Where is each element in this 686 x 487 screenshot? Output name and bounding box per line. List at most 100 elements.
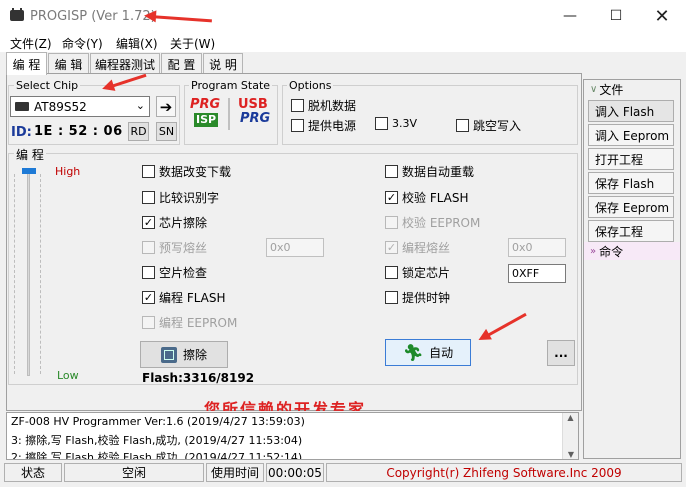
menu-file[interactable]: 文件(Z) <box>10 35 52 52</box>
left-option-label: 编程 EEPROM <box>159 316 238 330</box>
maximize-button[interactable]: ☐ <box>593 0 639 32</box>
running-man-icon: 🏃︎ <box>402 343 424 362</box>
slogan-text: 您所信赖的开发专家 <box>204 400 367 411</box>
menu-command[interactable]: 命令(Y) <box>62 35 103 52</box>
tab-program[interactable]: 编 程 <box>6 52 47 75</box>
tab-programmer-test[interactable]: 编程器测试 <box>90 53 160 74</box>
offline-data-label: 脱机数据 <box>308 99 357 113</box>
left-option-6[interactable]: 编程 EEPROM <box>142 314 237 331</box>
provide-power-checkbox[interactable]: 提供电源 <box>291 117 356 134</box>
right-option-label: 校验 FLASH <box>402 191 469 205</box>
usage-time-value: 00:00:05 <box>266 463 324 482</box>
checkbox-box <box>385 165 398 178</box>
sidebar-file-header-label: 文件 <box>599 82 624 97</box>
right-option-1[interactable]: ✓ 校验 FLASH <box>385 189 469 206</box>
chevron-double-down-icon: ∨ <box>590 83 598 95</box>
sn-button[interactable]: SN <box>156 122 177 141</box>
left-option-1[interactable]: 比较识别字 <box>142 189 219 206</box>
log-scrollbar[interactable]: ▲ ▼ <box>562 413 578 459</box>
prewrite-fuse-field[interactable]: 0x0 <box>266 238 324 257</box>
rd-button[interactable]: RD <box>128 122 149 141</box>
sidebar-file-header[interactable]: ∨ 文件 <box>584 80 680 98</box>
minimize-button[interactable]: — <box>547 0 593 32</box>
sidebar-button-5[interactable]: 保存工程 <box>588 220 674 242</box>
window-title: PROGISP (Ver 1.72) <box>30 9 156 24</box>
speed-slider[interactable] <box>22 168 36 380</box>
checkbox-box <box>142 165 155 178</box>
slider-ticks-left <box>14 174 18 374</box>
checkbox-box <box>385 216 398 229</box>
logo-divider <box>228 98 230 130</box>
left-option-5[interactable]: ✓ 编程 FLASH <box>142 289 226 306</box>
tab-config[interactable]: 配 置 <box>161 53 202 74</box>
chip-id-label: ID: <box>11 125 32 140</box>
isp-logo-text: ISP <box>194 113 219 127</box>
left-option-3[interactable]: 预写熔丝 <box>142 239 207 256</box>
more-button[interactable]: ... <box>547 340 575 366</box>
slider-ticks-right <box>40 174 44 374</box>
sidebar-button-2[interactable]: 打开工程 <box>588 148 674 170</box>
select-chip-label: Select Chip <box>14 79 81 92</box>
arrow-right-button[interactable]: ➔ <box>156 96 176 117</box>
status-label: 状态 <box>4 463 62 482</box>
log-line: 3: 擦除,写 Flash,校验 Flash,成功, (2019/4/27 11… <box>11 434 303 447</box>
checkbox-box <box>385 266 398 279</box>
checkbox-box: ✓ <box>142 291 155 304</box>
app-icon <box>10 8 24 21</box>
program-group <box>8 153 578 385</box>
checkbox-box <box>375 117 388 130</box>
chip-select-value: AT89S52 <box>34 99 87 114</box>
status-value: 空闲 <box>64 463 204 482</box>
program-fuse-field[interactable]: 0x0 <box>508 238 566 257</box>
left-option-label: 比较识别字 <box>159 191 220 205</box>
log-area[interactable]: ZF-008 HV Programmer Ver:1.6 (2019/4/27 … <box>6 412 579 460</box>
chip-select[interactable]: AT89S52 ⌄ <box>10 96 150 117</box>
sidebar-button-1[interactable]: 调入 Eeprom <box>588 124 674 146</box>
sidebar-button-4[interactable]: 保存 Eeprom <box>588 196 674 218</box>
left-option-0[interactable]: 数据改变下载 <box>142 163 231 180</box>
right-option-3[interactable]: ✓ 编程熔丝 <box>385 239 450 256</box>
scroll-up-icon[interactable]: ▲ <box>563 413 578 422</box>
right-option-0[interactable]: 数据自动重载 <box>385 163 474 180</box>
right-option-label: 锁定芯片 <box>402 266 451 280</box>
sidebar-button-3[interactable]: 保存 Flash <box>588 172 674 194</box>
sidebar-command-header[interactable]: » 命令 <box>584 242 680 260</box>
close-button[interactable]: ✕ <box>639 0 685 32</box>
scroll-down-icon[interactable]: ▼ <box>563 450 578 459</box>
slider-high-label: High <box>55 165 81 178</box>
options-label: Options <box>287 79 334 92</box>
voltage-3v3-checkbox[interactable]: 3.3V <box>375 117 417 130</box>
right-option-4[interactable]: 锁定芯片 <box>385 264 450 281</box>
checkbox-box <box>291 99 304 112</box>
checkbox-box <box>142 266 155 279</box>
left-option-4[interactable]: 空片检查 <box>142 264 207 281</box>
options-group <box>282 85 578 145</box>
title-bar: PROGISP (Ver 1.72) — ☐ ✕ <box>0 0 686 32</box>
left-option-2[interactable]: ✓ 芯片擦除 <box>142 214 207 231</box>
log-line: ZF-008 HV Programmer Ver:1.6 (2019/4/27 … <box>11 415 305 428</box>
checkbox-box: ✓ <box>385 241 398 254</box>
copyright-text: Copyright(r) Zhifeng Software.Inc 2009 <box>326 463 682 482</box>
right-option-5[interactable]: 提供时钟 <box>385 289 450 306</box>
menu-about[interactable]: 关于(W) <box>170 35 215 52</box>
lock-bits-field[interactable]: 0XFF <box>508 264 566 283</box>
auto-button[interactable]: 🏃︎ 自动 <box>385 339 471 366</box>
sidebar-button-0[interactable]: 调入 Flash <box>588 100 674 122</box>
chip-icon <box>15 102 29 111</box>
right-option-2[interactable]: 校验 EEPROM <box>385 214 480 231</box>
tab-edit[interactable]: 编 辑 <box>48 53 89 74</box>
right-option-label: 校验 EEPROM <box>402 216 481 230</box>
offline-data-checkbox[interactable]: 脱机数据 <box>291 97 356 114</box>
erase-button[interactable]: 擦除 <box>140 341 228 368</box>
speed-slider-thumb[interactable] <box>22 168 36 174</box>
menu-edit[interactable]: 编辑(X) <box>116 35 158 52</box>
checkbox-box: ✓ <box>142 216 155 229</box>
tab-help[interactable]: 说 明 <box>203 53 243 74</box>
prg-isp-logo: PRG ISP <box>190 98 224 132</box>
prg-logo-text: PRG <box>190 97 221 112</box>
usage-time-label: 使用时间 <box>206 463 264 482</box>
skip-blank-write-checkbox[interactable]: 跳空写入 <box>456 117 521 134</box>
left-option-label: 芯片擦除 <box>159 216 208 230</box>
right-option-label: 数据自动重载 <box>402 165 475 179</box>
checkbox-box <box>142 241 155 254</box>
